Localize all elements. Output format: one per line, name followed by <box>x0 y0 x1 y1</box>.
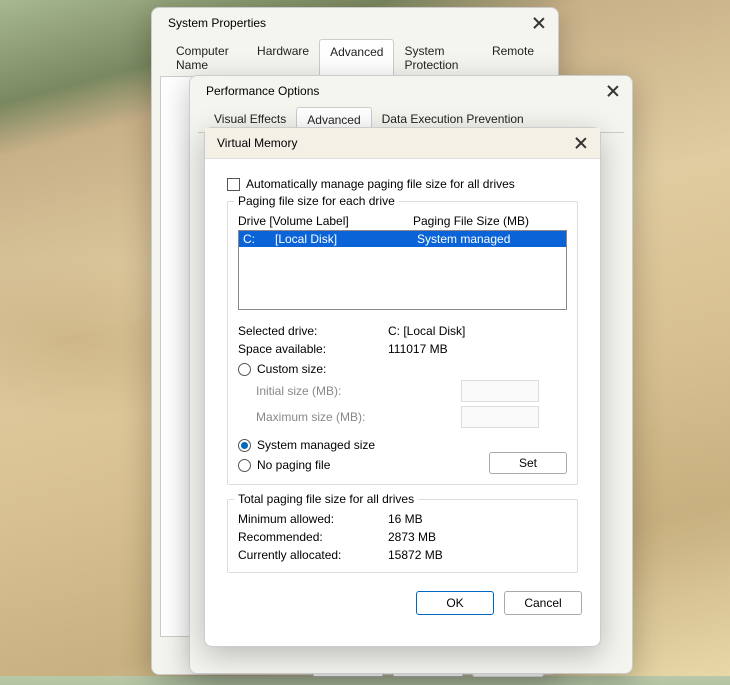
titlebar: Virtual Memory <box>205 128 600 159</box>
dialog-buttons: OK Cancel <box>205 583 600 623</box>
initial-size-label: Initial size (MB): <box>256 384 372 398</box>
drive-letter: C: <box>243 232 275 246</box>
drive-row[interactable]: C: [Local Disk] System managed <box>239 231 566 247</box>
radio-none-label: No paging file <box>257 458 330 472</box>
close-icon[interactable] <box>574 136 588 150</box>
header-size: Paging File Size (MB) <box>413 214 529 228</box>
auto-manage-checkbox[interactable] <box>227 178 240 191</box>
rec-row: Recommended: 2873 MB <box>238 530 567 544</box>
group-legend: Paging file size for each drive <box>234 194 399 208</box>
paging-per-drive-group: Paging file size for each drive Drive [V… <box>227 201 578 485</box>
header-drive: Drive [Volume Label] <box>238 214 413 228</box>
initial-size-input <box>461 380 539 402</box>
cancel-button[interactable]: Cancel <box>504 591 582 615</box>
max-size-row: Maximum size (MB): <box>256 406 567 428</box>
tab-system-protection[interactable]: System Protection <box>394 39 482 77</box>
totals-group: Total paging file size for all drives Mi… <box>227 499 578 573</box>
selected-drive-label: Selected drive: <box>238 324 388 338</box>
space-value: 111017 MB <box>388 342 448 356</box>
rec-value: 2873 MB <box>388 530 436 544</box>
ok-button[interactable]: OK <box>416 591 494 615</box>
dialog-body: Automatically manage paging file size fo… <box>205 159 600 583</box>
auto-manage-row: Automatically manage paging file size fo… <box>227 177 578 191</box>
group-legend: Total paging file size for all drives <box>234 492 418 506</box>
radio-no-paging[interactable] <box>238 459 251 472</box>
no-paging-row: No paging file Set <box>238 452 567 474</box>
system-managed-row: System managed size <box>238 438 567 452</box>
selected-drive-value: C: [Local Disk] <box>388 324 465 338</box>
min-label: Minimum allowed: <box>238 512 388 526</box>
titlebar: System Properties <box>152 8 558 38</box>
tab-strip: Computer Name Hardware Advanced System P… <box>160 38 550 77</box>
tab-advanced[interactable]: Advanced <box>319 39 394 77</box>
window-title: Virtual Memory <box>217 136 297 150</box>
space-label: Space available: <box>238 342 388 356</box>
initial-size-row: Initial size (MB): <box>256 380 567 402</box>
tab-remote[interactable]: Remote <box>482 39 544 77</box>
min-value: 16 MB <box>388 512 423 526</box>
set-button[interactable]: Set <box>489 452 567 474</box>
drive-size: System managed <box>417 232 510 246</box>
max-size-label: Maximum size (MB): <box>256 410 372 424</box>
radio-system-label: System managed size <box>257 438 375 452</box>
selected-drive-row: Selected drive: C: [Local Disk] <box>238 324 567 338</box>
cur-value: 15872 MB <box>388 548 443 562</box>
close-icon[interactable] <box>606 84 620 98</box>
window-title: System Properties <box>164 16 266 30</box>
titlebar: Performance Options <box>190 76 632 106</box>
drive-label: [Local Disk] <box>275 232 417 246</box>
tab-computer-name[interactable]: Computer Name <box>166 39 247 77</box>
rec-label: Recommended: <box>238 530 388 544</box>
radio-system-managed[interactable] <box>238 439 251 452</box>
space-available-row: Space available: 111017 MB <box>238 342 567 356</box>
close-icon[interactable] <box>532 16 546 30</box>
min-row: Minimum allowed: 16 MB <box>238 512 567 526</box>
tab-hardware[interactable]: Hardware <box>247 39 319 77</box>
auto-manage-label: Automatically manage paging file size fo… <box>246 177 515 191</box>
cur-label: Currently allocated: <box>238 548 388 562</box>
window-title: Performance Options <box>202 84 319 98</box>
custom-size-row: Custom size: <box>238 362 567 376</box>
drive-list-header: Drive [Volume Label] Paging File Size (M… <box>238 214 567 228</box>
cur-row: Currently allocated: 15872 MB <box>238 548 567 562</box>
drive-list[interactable]: C: [Local Disk] System managed <box>238 230 567 310</box>
virtual-memory-dialog: Virtual Memory Automatically manage pagi… <box>204 127 601 647</box>
radio-custom-size[interactable] <box>238 363 251 376</box>
max-size-input <box>461 406 539 428</box>
radio-custom-label: Custom size: <box>257 362 326 376</box>
